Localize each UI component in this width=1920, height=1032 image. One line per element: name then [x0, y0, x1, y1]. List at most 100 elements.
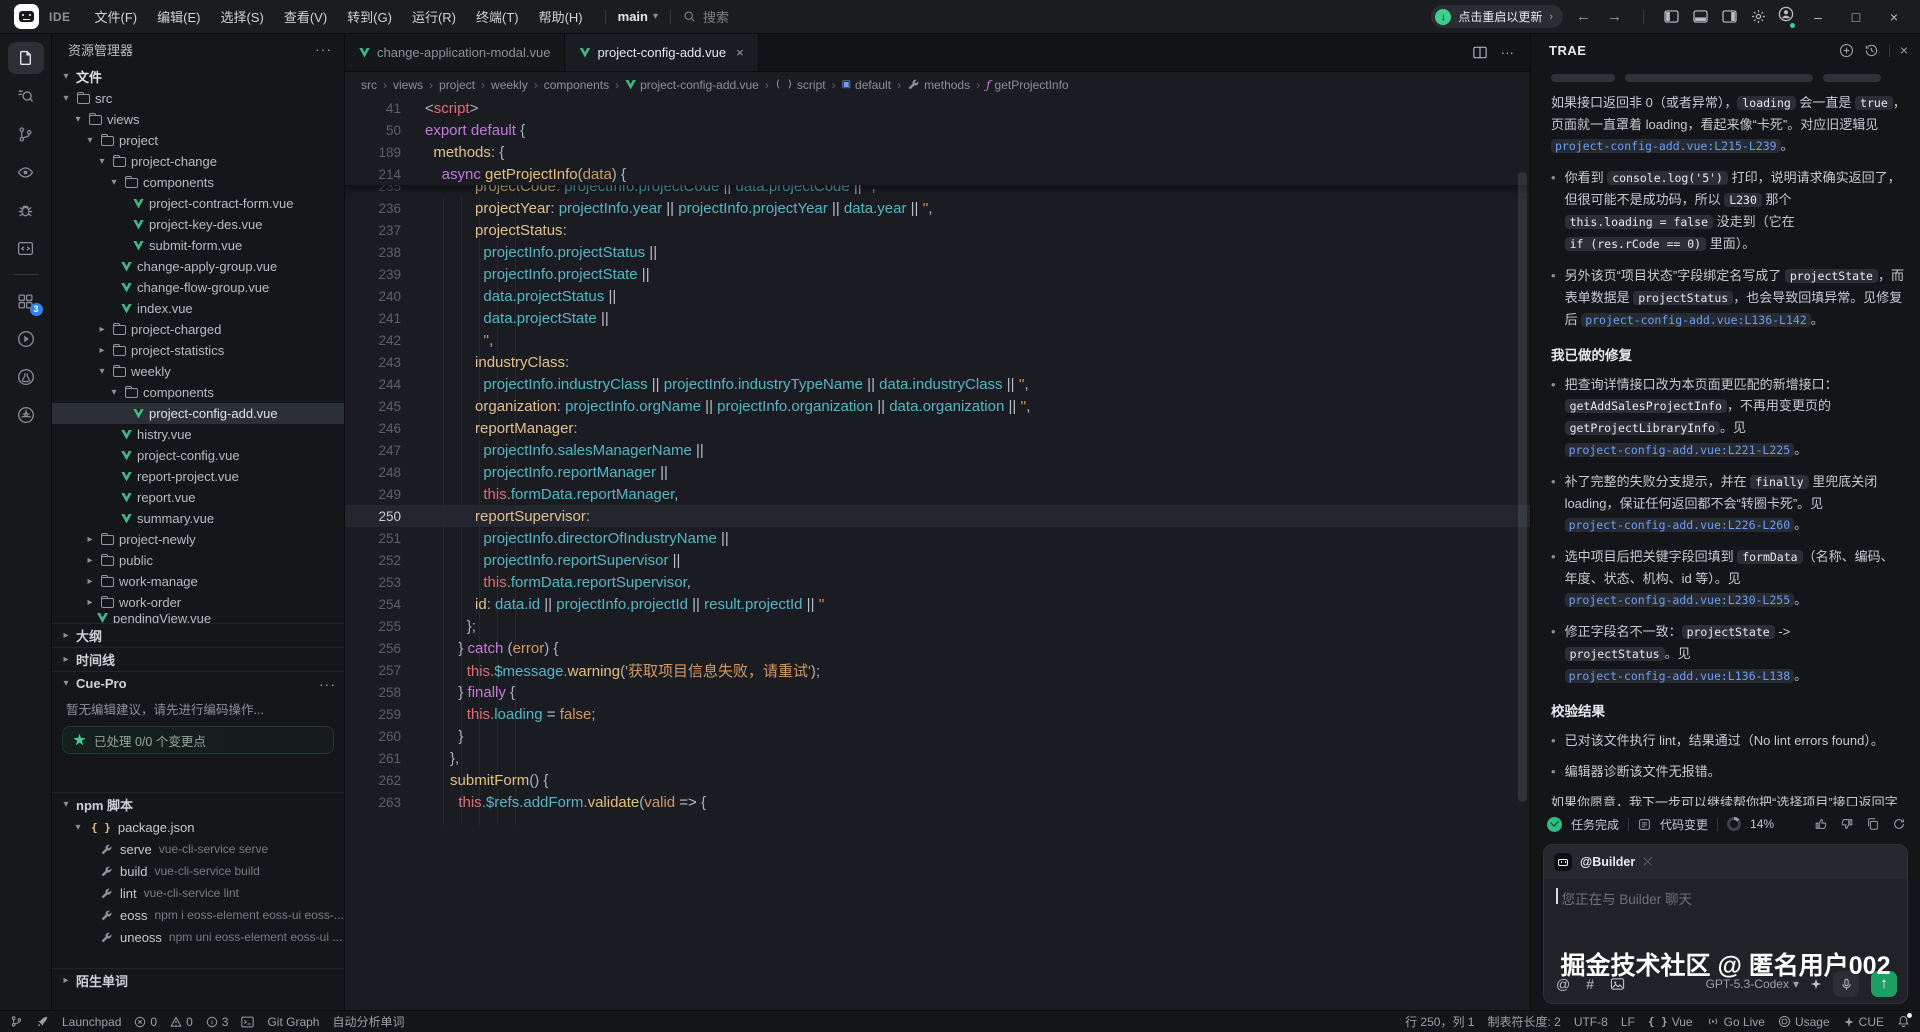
breadcrumb-script[interactable]: ( )script	[775, 78, 826, 92]
cuepro-more-icon[interactable]: ···	[319, 676, 336, 692]
global-search[interactable]: 搜索	[683, 7, 729, 26]
unknown-words-section-header[interactable]: ▸ 陌生单词	[52, 968, 344, 992]
files-section-header[interactable]: ▾ 文件	[52, 64, 344, 88]
status-term[interactable]	[241, 1016, 254, 1028]
menu-终端-t[interactable]: 终端(T)	[466, 4, 529, 29]
tree-item-public[interactable]: ▸public	[52, 550, 344, 571]
close-tab-icon[interactable]: ×	[736, 45, 744, 60]
status-行-250-列-1[interactable]: 行 250，列 1	[1405, 1013, 1474, 1030]
tree-item-project-statistics[interactable]: ▸project-statistics	[52, 340, 344, 361]
tree-item-views[interactable]: ▾views	[52, 109, 344, 130]
file-link[interactable]: project-config-add.vue:L136-L142	[1581, 313, 1811, 327]
menu-转到-g[interactable]: 转到(G)	[337, 4, 402, 29]
status-usage[interactable]: Usage	[1778, 1015, 1830, 1029]
status-3[interactable]: 3	[206, 1015, 229, 1029]
status-rocket[interactable]	[36, 1015, 49, 1028]
chat-input[interactable]: 您正在与 Builder 聊天	[1544, 879, 1907, 965]
launchpad-circle-icon[interactable]	[8, 323, 44, 355]
status-bell[interactable]	[1897, 1015, 1910, 1028]
mention-icon[interactable]: @	[1554, 974, 1572, 994]
lab-circle-icon[interactable]	[8, 361, 44, 393]
close-panel-icon[interactable]: ×	[1900, 42, 1908, 58]
toggle-bottom-panel-button[interactable]	[1691, 8, 1710, 25]
outline-section-header[interactable]: ▸ 大纲	[52, 623, 344, 647]
tree-item-src[interactable]: ▾src	[52, 88, 344, 109]
status-自动分析单词[interactable]: 自动分析单词	[332, 1013, 404, 1030]
model-selector[interactable]: GPT-5.3-Codex ▾	[1706, 977, 1799, 991]
editor-more-actions-icon[interactable]: ···	[1499, 43, 1516, 62]
explorer-icon[interactable]	[8, 42, 44, 74]
npm-script-eoss[interactable]: eossnpm i eoss-element eoss-ui eoss-...	[52, 904, 344, 926]
tab-change-application-modal-vue[interactable]: change-application-modal.vue	[345, 34, 565, 71]
tree-item-project-charged[interactable]: ▸project-charged	[52, 319, 344, 340]
breadcrumb-src[interactable]: src	[361, 78, 377, 92]
watch-eye-icon[interactable]	[8, 156, 44, 188]
tree-item-weekly[interactable]: ▾weekly	[52, 361, 344, 382]
debug-bug-icon[interactable]	[8, 194, 44, 226]
status-launchpad[interactable]: Launchpad	[62, 1015, 121, 1029]
breadcrumb-weekly[interactable]: weekly	[491, 78, 528, 92]
attach-image-icon[interactable]	[1608, 975, 1627, 993]
editor-scrollbar[interactable]	[1518, 172, 1527, 802]
nav-back-button[interactable]: ←	[1573, 8, 1594, 25]
account-avatar[interactable]	[1778, 6, 1794, 27]
toggle-left-panel-button[interactable]	[1662, 8, 1681, 25]
menu-文件-f[interactable]: 文件(F)	[85, 4, 148, 29]
tree-item-project-newly[interactable]: ▸project-newly	[52, 529, 344, 550]
toggle-right-panel-button[interactable]	[1720, 8, 1739, 25]
tree-item-index-vue[interactable]: index.vue	[52, 298, 344, 319]
tree-item-project-key-des-vue[interactable]: project-key-des.vue	[52, 214, 344, 235]
status-utf-8[interactable]: UTF-8	[1574, 1015, 1608, 1029]
code-diff-label[interactable]: 代码变更	[1660, 816, 1708, 833]
npm-script-serve[interactable]: servevue-cli-service serve	[52, 838, 344, 860]
breadcrumb-components[interactable]: components	[544, 78, 609, 92]
tree-item-project-config-add-vue[interactable]: project-config-add.vue	[52, 403, 344, 424]
community-circle-icon[interactable]	[8, 399, 44, 431]
timeline-section-header[interactable]: ▸ 时间线	[52, 647, 344, 671]
status-制表符长度-2[interactable]: 制表符长度: 2	[1487, 1013, 1560, 1030]
breadcrumb-views[interactable]: views	[393, 78, 423, 92]
npm-script-lint[interactable]: lintvue-cli-service lint	[52, 882, 344, 904]
breadcrumb-methods[interactable]: methods	[907, 78, 970, 92]
tree-item-pendingview-vue[interactable]: pendingView.vue	[52, 613, 344, 623]
code-preview-icon[interactable]	[8, 232, 44, 264]
breadcrumb-default[interactable]: ▣default	[842, 78, 891, 92]
status-go-live[interactable]: Go Live	[1706, 1015, 1765, 1029]
menu-编辑-e[interactable]: 编辑(E)	[147, 4, 210, 29]
explorer-more-icon[interactable]: ···	[315, 41, 332, 57]
status-0[interactable]: 0	[170, 1015, 193, 1029]
tab-project-config-add-vue[interactable]: project-config-add.vue×	[565, 34, 758, 71]
copy-icon[interactable]	[1866, 817, 1880, 831]
app-logo-icon[interactable]	[14, 4, 39, 29]
npm-scripts-section-header[interactable]: ▾ npm 脚本	[52, 792, 344, 816]
file-link[interactable]: project-config-add.vue:L136-L138	[1565, 669, 1795, 683]
extensions-icon[interactable]: 3	[8, 285, 44, 317]
agent-config-icon[interactable]: ⤬	[1643, 856, 1652, 869]
tree-item-change-flow-group-vue[interactable]: change-flow-group.vue	[52, 277, 344, 298]
npm-script-uneoss[interactable]: uneossnpm uni eoss-element eoss-ui ...	[52, 926, 344, 948]
npm-script-build[interactable]: buildvue-cli-service build	[52, 860, 344, 882]
menu-帮助-h[interactable]: 帮助(H)	[529, 4, 593, 29]
tree-item-project-change[interactable]: ▾project-change	[52, 151, 344, 172]
cuepro-section-header[interactable]: ▾ Cue-Pro ···	[52, 671, 344, 695]
search-sidebar-icon[interactable]	[8, 80, 44, 112]
tree-item-submit-form-vue[interactable]: submit-form.vue	[52, 235, 344, 256]
status-0[interactable]: 0	[134, 1015, 157, 1029]
status-git-graph[interactable]: Git Graph	[267, 1015, 319, 1029]
menu-运行-r[interactable]: 运行(R)	[402, 4, 466, 29]
source-control-icon[interactable]	[8, 118, 44, 150]
file-link[interactable]: project-config-add.vue:L215-L239	[1551, 139, 1781, 153]
menu-查看-v[interactable]: 查看(V)	[274, 4, 337, 29]
window-maximize-button[interactable]: □	[1842, 9, 1870, 25]
voice-input-button[interactable]	[1833, 971, 1859, 997]
breadcrumb-project-config-add-vue[interactable]: project-config-add.vue	[625, 78, 759, 92]
menu-选择-s[interactable]: 选择(S)	[210, 4, 273, 29]
tree-item-project[interactable]: ▾project	[52, 130, 344, 151]
tree-item-change-apply-group-vue[interactable]: change-apply-group.vue	[52, 256, 344, 277]
npm-script-package-json[interactable]: ▾{ }package.json	[52, 816, 344, 838]
thumbs-down-icon[interactable]	[1840, 817, 1854, 831]
context-hash-icon[interactable]: #	[1584, 974, 1596, 994]
nav-forward-button[interactable]: →	[1604, 8, 1625, 25]
tree-item-work-manage[interactable]: ▸work-manage	[52, 571, 344, 592]
file-link[interactable]: project-config-add.vue:L230-L255	[1565, 593, 1795, 607]
